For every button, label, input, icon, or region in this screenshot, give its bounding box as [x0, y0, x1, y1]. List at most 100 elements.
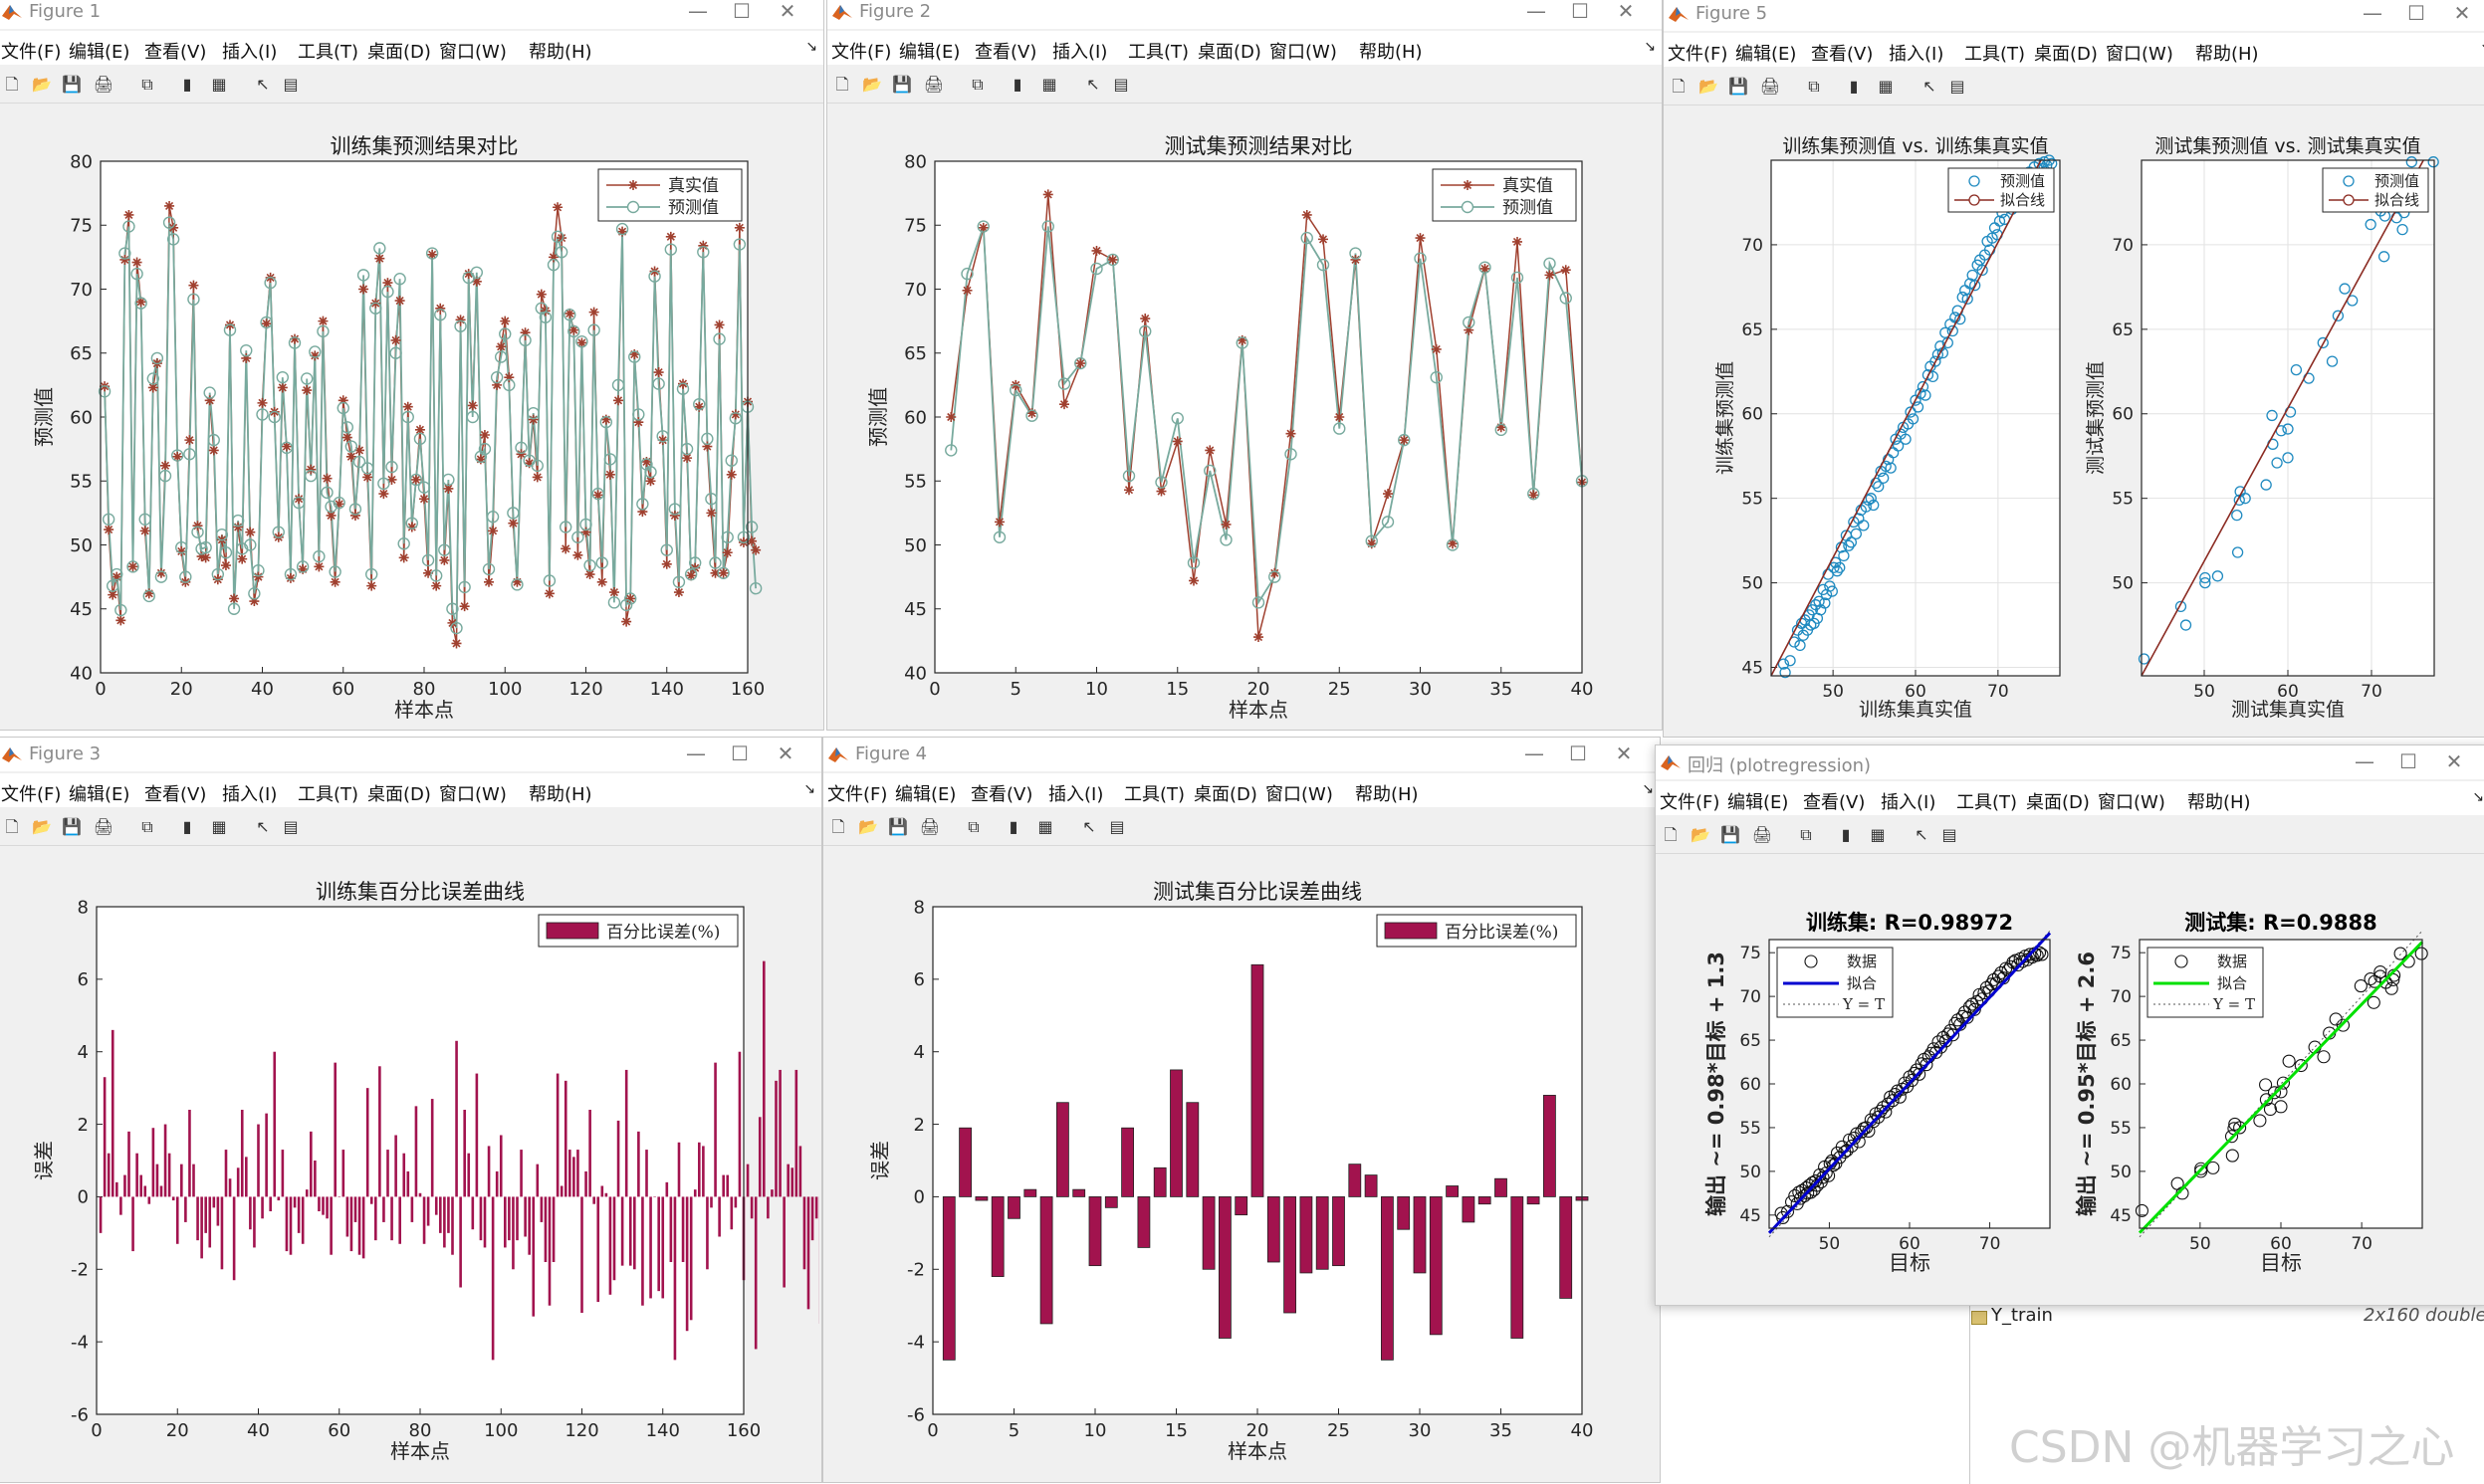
menu-item[interactable]: 文件(F): [1668, 40, 1727, 66]
menu-item[interactable]: 工具(T): [1124, 780, 1185, 806]
menu-item[interactable]: 文件(F): [1660, 788, 1719, 814]
menu-item[interactable]: 查看(V): [975, 38, 1036, 64]
menu-item[interactable]: 查看(V): [1811, 40, 1873, 66]
minimize-icon[interactable]: —: [678, 0, 718, 25]
link-icon[interactable]: ⧉: [1795, 824, 1817, 846]
close-icon[interactable]: ✕: [1606, 0, 1646, 25]
property-icon[interactable]: ▤: [1106, 816, 1128, 838]
legend-icon[interactable]: ▦: [1867, 824, 1889, 846]
menu-item[interactable]: 文件(F): [1, 38, 61, 64]
colorbar-icon[interactable]: ▮: [1003, 816, 1024, 838]
save-icon[interactable]: 💾: [61, 74, 83, 96]
pointer-icon[interactable]: ↖: [1078, 816, 1100, 838]
menu-item[interactable]: 桌面(D): [2026, 788, 2090, 814]
open-icon[interactable]: 📂: [861, 74, 883, 96]
menu-item[interactable]: 编辑(E): [1727, 788, 1788, 814]
colorbar-icon[interactable]: ▮: [176, 816, 198, 838]
menu-item[interactable]: 插入(I): [222, 780, 277, 806]
menu-item[interactable]: 帮助(H): [2195, 40, 2259, 66]
pointer-icon[interactable]: ↖: [252, 74, 274, 96]
colorbar-icon[interactable]: ▮: [176, 74, 198, 96]
print-icon[interactable]: 🖨: [93, 816, 114, 838]
maximize-icon[interactable]: ☐: [1560, 0, 1600, 25]
pointer-icon[interactable]: ↖: [1911, 824, 1932, 846]
menu-item[interactable]: 工具(T): [298, 38, 358, 64]
menu-item[interactable]: 帮助(H): [529, 780, 592, 806]
pointer-icon[interactable]: ↖: [252, 816, 274, 838]
expand-arrow-icon[interactable]: ↘: [805, 39, 817, 55]
property-icon[interactable]: ▤: [1938, 824, 1960, 846]
colorbar-icon[interactable]: ▮: [1007, 74, 1028, 96]
menu-item[interactable]: 窗口(W): [2106, 40, 2173, 66]
save-icon[interactable]: 💾: [887, 816, 909, 838]
menu-item[interactable]: 编辑(E): [1735, 40, 1796, 66]
expand-arrow-icon[interactable]: ↘: [2472, 789, 2484, 805]
pointer-icon[interactable]: ↖: [1919, 76, 1940, 98]
new-figure-icon[interactable]: 🗋: [1668, 76, 1690, 98]
close-icon[interactable]: ✕: [2442, 0, 2482, 27]
menu-item[interactable]: 帮助(H): [529, 38, 592, 64]
menu-item[interactable]: 桌面(D): [367, 780, 431, 806]
legend-icon[interactable]: ▦: [208, 74, 230, 96]
link-icon[interactable]: ⧉: [136, 816, 158, 838]
colorbar-icon[interactable]: ▮: [1835, 824, 1857, 846]
menu-item[interactable]: 插入(I): [1889, 40, 1943, 66]
menu-item[interactable]: 编辑(E): [895, 780, 956, 806]
close-icon[interactable]: ✕: [2434, 747, 2474, 775]
property-icon[interactable]: ▤: [1110, 74, 1132, 96]
menu-item[interactable]: 插入(I): [222, 38, 277, 64]
maximize-icon[interactable]: ☐: [2388, 747, 2428, 775]
minimize-icon[interactable]: —: [2345, 747, 2384, 775]
expand-arrow-icon[interactable]: ↘: [1642, 781, 1654, 797]
new-figure-icon[interactable]: 🗋: [1, 74, 23, 96]
title-bar[interactable]: Figure 4 — ☐ ✕: [823, 738, 1660, 771]
link-icon[interactable]: ⧉: [967, 74, 989, 96]
colorbar-icon[interactable]: ▮: [1843, 76, 1865, 98]
menu-item[interactable]: 桌面(D): [1198, 38, 1261, 64]
minimize-icon[interactable]: —: [2353, 0, 2392, 27]
menu-item[interactable]: 插入(I): [1048, 780, 1103, 806]
open-icon[interactable]: 📂: [31, 816, 53, 838]
link-icon[interactable]: ⧉: [963, 816, 985, 838]
expand-arrow-icon[interactable]: ↘: [803, 781, 815, 797]
save-icon[interactable]: 💾: [1719, 824, 1741, 846]
menu-item[interactable]: 文件(F): [1, 780, 61, 806]
legend-icon[interactable]: ▦: [1038, 74, 1060, 96]
print-icon[interactable]: 🖨: [1759, 76, 1781, 98]
minimize-icon[interactable]: —: [1516, 0, 1556, 25]
menu-item[interactable]: 查看(V): [144, 780, 206, 806]
print-icon[interactable]: 🖨: [1751, 824, 1773, 846]
menu-item[interactable]: 查看(V): [971, 780, 1032, 806]
maximize-icon[interactable]: ☐: [720, 740, 760, 767]
close-icon[interactable]: ✕: [1604, 740, 1644, 767]
title-bar[interactable]: 回归 (plotregression) — ☐ ✕: [1656, 745, 2484, 779]
menu-item[interactable]: 编辑(E): [899, 38, 960, 64]
title-bar[interactable]: Figure 3 — ☐ ✕: [0, 738, 821, 771]
menu-item[interactable]: 桌面(D): [2034, 40, 2098, 66]
maximize-icon[interactable]: ☐: [722, 0, 762, 25]
close-icon[interactable]: ✕: [766, 740, 805, 767]
new-figure-icon[interactable]: 🗋: [1660, 824, 1682, 846]
menu-item[interactable]: 插入(I): [1881, 788, 1935, 814]
menu-item[interactable]: 工具(T): [1964, 40, 2025, 66]
new-figure-icon[interactable]: 🗋: [1, 816, 23, 838]
menu-item[interactable]: 编辑(E): [69, 780, 129, 806]
save-icon[interactable]: 💾: [891, 74, 913, 96]
link-icon[interactable]: ⧉: [136, 74, 158, 96]
menu-item[interactable]: 工具(T): [1128, 38, 1189, 64]
save-icon[interactable]: 💾: [61, 816, 83, 838]
menu-item[interactable]: 查看(V): [144, 38, 206, 64]
link-icon[interactable]: ⧉: [1803, 76, 1825, 98]
minimize-icon[interactable]: —: [1514, 740, 1554, 767]
menu-item[interactable]: 窗口(W): [439, 38, 507, 64]
menu-item[interactable]: 窗口(W): [1269, 38, 1337, 64]
open-icon[interactable]: 📂: [31, 74, 53, 96]
title-bar[interactable]: Figure 2 — ☐ ✕: [827, 0, 1662, 29]
menu-item[interactable]: 窗口(W): [1265, 780, 1333, 806]
menu-item[interactable]: 窗口(W): [439, 780, 507, 806]
menu-item[interactable]: 文件(F): [827, 780, 887, 806]
minimize-icon[interactable]: —: [676, 740, 716, 767]
legend-icon[interactable]: ▦: [1875, 76, 1897, 98]
new-figure-icon[interactable]: 🗋: [831, 74, 853, 96]
menu-item[interactable]: 编辑(E): [69, 38, 129, 64]
